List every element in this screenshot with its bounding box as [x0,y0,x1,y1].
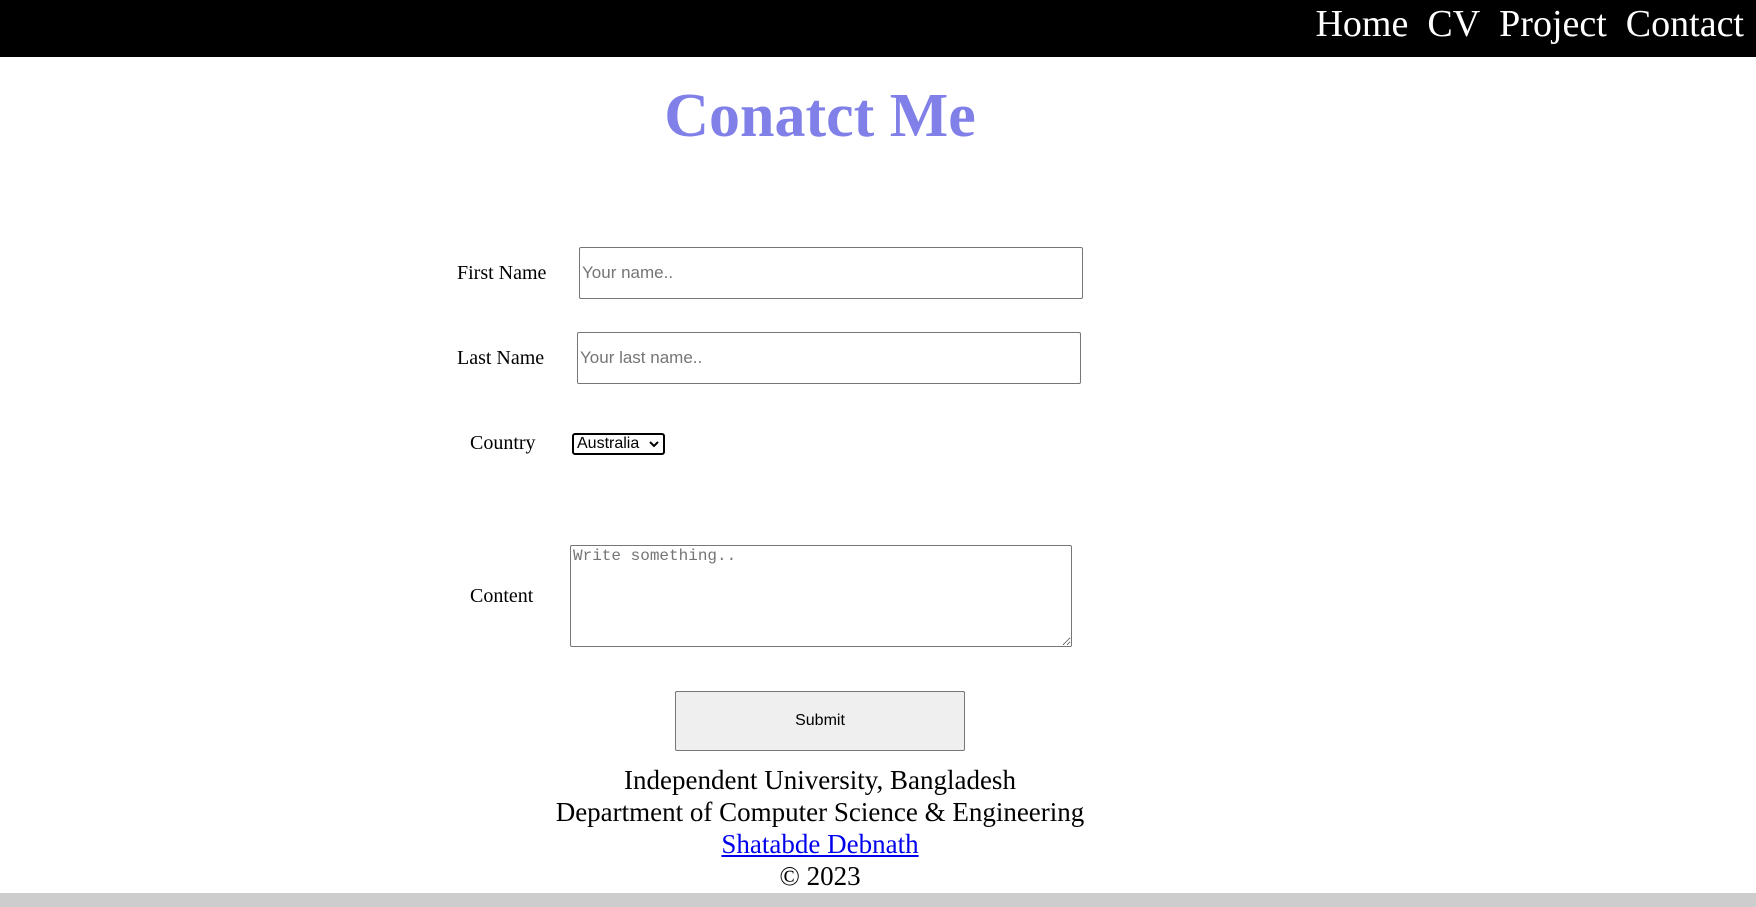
content-label: Content [470,585,534,607]
content-textarea[interactable] [570,545,1072,647]
footer-department: Department of Computer Science & Enginee… [555,797,1085,827]
footer-university: Independent University, Bangladesh [624,765,1016,795]
horizontal-scrollbar[interactable] [0,893,1756,907]
footer-author-link[interactable]: Shatabde Debnath [721,829,918,859]
country-selected-value: Australia [577,435,640,452]
footer-copyright: © 2023 [779,861,861,891]
submit-button[interactable]: Submit [675,691,965,751]
page-title: Conatct Me [664,82,976,150]
last-name-label: Last Name [457,347,545,369]
nav-link-project[interactable]: Project [1499,5,1607,43]
first-name-input[interactable] [579,247,1083,299]
chevron-down-icon [649,441,659,448]
nav-link-contact[interactable]: Contact [1626,5,1744,43]
nav-links: Home CV Project Contact [1315,0,1744,47]
nav-link-home[interactable]: Home [1315,5,1408,43]
country-select[interactable]: Australia [572,433,665,455]
top-navbar: Home CV Project Contact [0,0,1756,57]
first-name-label: First Name [457,262,547,284]
footer: Independent University, Bangladesh Depar… [0,764,1640,892]
nav-link-cv[interactable]: CV [1427,5,1480,43]
country-label: Country [470,432,536,454]
last-name-input[interactable] [577,332,1081,384]
